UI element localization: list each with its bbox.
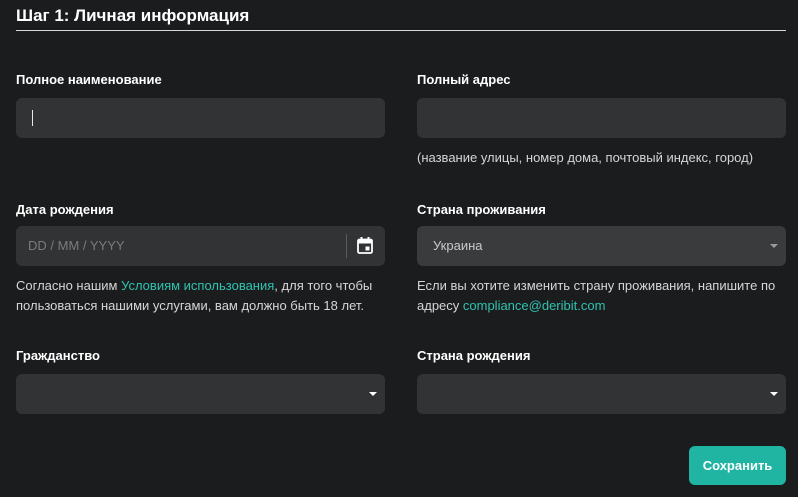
hint-text: Согласно нашим	[16, 278, 122, 293]
hint-text: пользоваться нашими услугами, вам должно…	[16, 298, 365, 313]
residence-country-label: Страна проживания	[417, 202, 546, 217]
birth-date-label: Дата рождения	[16, 202, 114, 217]
form-title: Шаг 1: Личная информация	[16, 6, 250, 25]
compliance-email-link[interactable]: compliance@deribit.com	[463, 298, 606, 313]
full-address-input[interactable]	[417, 98, 786, 138]
birth-country-label: Страна рождения	[417, 348, 531, 363]
hint-text: адресу	[417, 298, 463, 313]
full-name-label: Полное наименование	[16, 72, 162, 87]
field-divider	[346, 234, 347, 258]
citizenship-label: Гражданство	[16, 348, 100, 363]
terms-link[interactable]: Условиям использования	[121, 278, 274, 293]
hint-text: Если вы хотите изменить страну проживани…	[417, 278, 776, 293]
calendar-icon[interactable]	[357, 237, 373, 254]
residence-country-hint: Если вы хотите изменить страну проживани…	[417, 276, 792, 316]
save-button[interactable]: Сохранить	[689, 446, 786, 485]
birth-date-input[interactable]: DD / MM / YYYY	[16, 226, 385, 266]
citizenship-select[interactable]	[16, 374, 385, 414]
residence-country-select[interactable]: Украина	[417, 226, 786, 266]
chevron-down-icon	[770, 244, 778, 248]
full-address-hint: (название улицы, номер дома, почтовый ин…	[417, 150, 754, 165]
title-divider	[16, 30, 786, 31]
chevron-down-icon	[770, 392, 778, 396]
full-address-label: Полный адрес	[417, 72, 511, 87]
hint-text: , для того чтобы	[274, 278, 373, 293]
birth-country-select[interactable]	[417, 374, 786, 414]
birth-date-placeholder: DD / MM / YYYY	[28, 238, 125, 253]
residence-country-value: Украина	[433, 238, 483, 253]
chevron-down-icon	[369, 392, 377, 396]
birth-date-hint: Согласно нашим Условиям использования, д…	[16, 276, 388, 316]
full-name-input[interactable]	[16, 98, 385, 138]
text-caret	[32, 110, 33, 126]
